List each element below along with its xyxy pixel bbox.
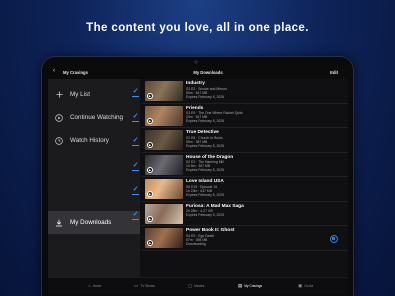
nav-tv-shows[interactable]: ▭ TV Shows [134,283,155,289]
expiry: Expires February 5, 2025 [186,168,225,173]
sidebar-item-label: My Downloads [70,219,112,226]
sidebar: My List Continue Watching Watch History … [48,79,140,277]
play-icon[interactable]: ▶ [147,142,153,148]
bookmark-icon: ▤ [238,283,243,288]
thumbnail[interactable]: ▶ [145,130,183,150]
sidebar-item-my-downloads[interactable]: My Downloads [48,211,140,234]
home-icon: ⌂ [88,283,91,288]
tv-icon: ▭ [134,283,139,288]
download-row[interactable]: ▶ Friends S3 E9 · The One Where Rachel Q… [132,104,348,128]
thumbnail[interactable]: ▶ [145,105,183,126]
headline: The content you love, all in one place. [86,22,309,34]
nav-home[interactable]: ⌂ Home [88,283,101,288]
download-row[interactable]: ▶ Power Book II: Ghost S4 E5 · Ego Death… [141,226,348,251]
thumbnail[interactable]: ▶ [145,203,183,224]
downloaded-check-icon[interactable]: ✓ [131,136,140,146]
nav-movies[interactable]: ▢ Movies [188,283,204,289]
expiry: Expires February 5, 2025 [186,192,225,197]
downloads-list: ▶ Industry S3 E2 · Smoke and Mirrors 59m… [132,79,348,277]
play-icon[interactable]: ▶ [147,215,153,222]
downloaded-check-icon[interactable]: ✓ [131,112,140,122]
downloaded-check-icon[interactable]: ✓ [131,87,140,97]
back-chevron-icon[interactable]: ‹ [53,68,55,74]
play-icon[interactable]: ▶ [147,93,153,99]
play-icon[interactable]: ▶ [147,191,153,197]
download-row[interactable]: ▶ House of the Dragon S2 E2 · The Harmin… [132,153,348,177]
expiry: Expires February 5, 2025 [186,143,225,148]
sidebar-item-my-list[interactable]: My List [48,83,140,106]
downloaded-check-icon[interactable]: ✓ [131,185,140,195]
thumbnail[interactable]: ▶ [145,179,183,199]
download-row[interactable]: ▶ True Detective S2 E8 · Church In Ruins… [132,128,348,153]
bottom-nav: ⌂ Home ▭ TV Shows ▢ Movies ▤ My Cravings… [48,277,348,295]
play-circle-icon [55,113,63,122]
plus-icon [55,91,63,99]
download-row[interactable]: ▶ Furiosa: A Mad Max Saga 2h 28m · 4.27 … [132,202,348,226]
play-icon[interactable]: ▶ [147,117,153,124]
top-bar: ‹ My Cravings My Downloads Edit [48,65,348,79]
play-icon[interactable]: ▶ [147,240,153,246]
sidebar-item-label: Continue Watching [70,114,123,121]
tablet-frame: ‹ My Cravings My Downloads Edit My List … [41,56,354,296]
sidebar-item-continue-watching[interactable]: Continue Watching [48,106,140,129]
camera-dot [194,60,198,64]
page-title: My Downloads [193,69,223,75]
sidebar-item-label: My List [70,91,90,98]
download-row[interactable]: ▶ Industry S3 E2 · Smoke and Mirrors 59m… [132,79,348,104]
download-icon [55,219,63,227]
nav-label: My Cravings [244,284,262,288]
app-screen: ‹ My Cravings My Downloads Edit My List … [48,65,348,295]
thumbnail[interactable]: ▶ [145,154,183,175]
thumbnail[interactable]: ▶ [145,228,183,248]
expiry: Expires February 5, 2025 [186,213,225,218]
downloading-progress-icon[interactable] [329,234,338,243]
nav-label: TV Shows [140,284,155,288]
expiry: Expires February 5, 2025 [186,119,225,124]
downloaded-check-icon[interactable]: ✓ [131,161,140,171]
expiry: Expires February 5, 2025 [186,94,225,99]
nav-my-cravings[interactable]: ▤ My Cravings [238,283,262,289]
download-status-text: Downloading [186,241,206,246]
ad-icon: ▣ [298,283,303,288]
downloaded-check-icon[interactable]: ✓ [131,210,140,220]
nav-label: Home [92,283,102,288]
play-icon[interactable]: ▶ [147,166,153,173]
edit-button[interactable]: Edit [330,70,338,75]
nav-go-ad[interactable]: ▣ Go Ad [298,283,313,289]
nav-label: Movies [194,284,205,288]
download-row[interactable]: ▶ Love Island USA S6 E15 · Episode 15 1h… [132,177,348,202]
sidebar-item-watch-history[interactable]: Watch History [48,129,140,152]
nav-label: Go Ad [304,284,314,288]
thumbnail[interactable]: ▶ [145,81,183,101]
sidebar-item-label: Watch History [70,137,109,144]
my-cravings-link[interactable]: My Cravings [63,70,88,75]
clock-icon [55,136,63,145]
film-icon: ▢ [188,283,193,288]
